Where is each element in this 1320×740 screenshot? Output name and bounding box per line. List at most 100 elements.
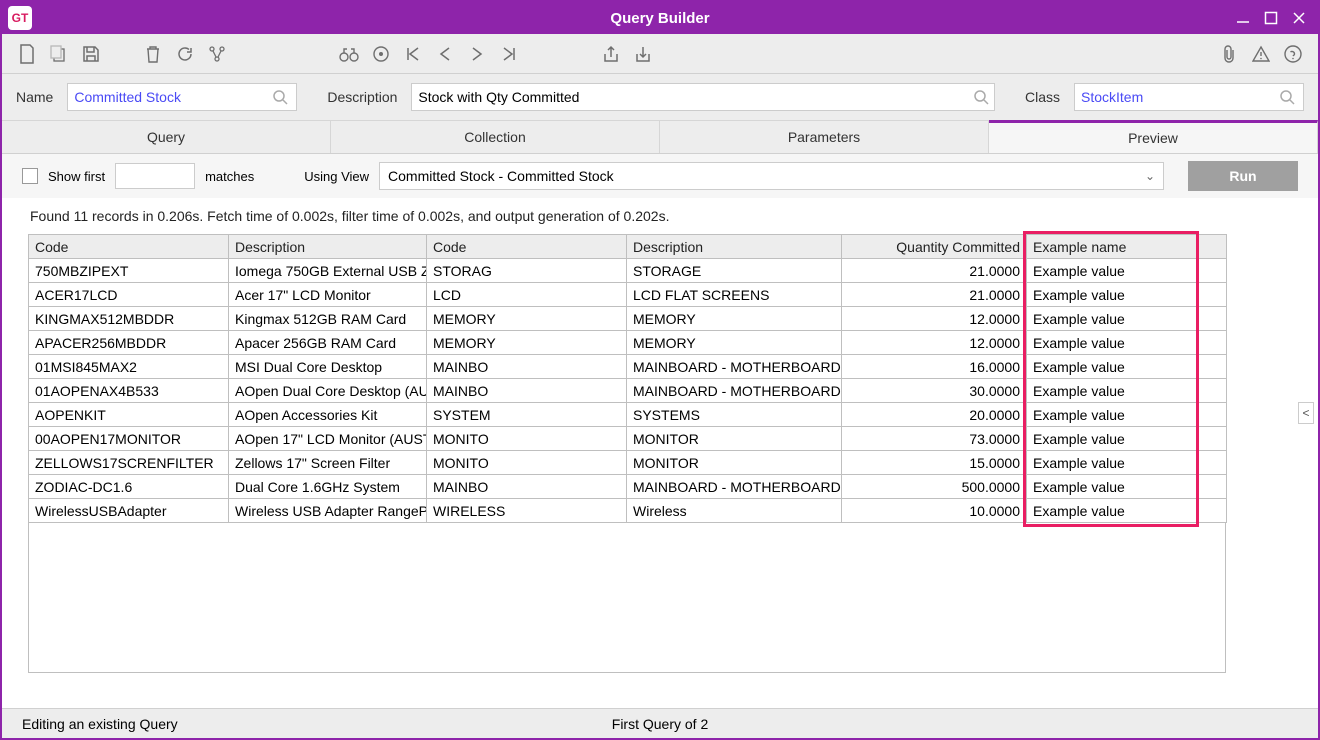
show-first-checkbox[interactable] bbox=[22, 168, 38, 184]
warning-icon[interactable] bbox=[1250, 43, 1272, 65]
collapse-panel-handle[interactable]: < bbox=[1298, 402, 1314, 424]
table-cell: MEMORY bbox=[627, 331, 842, 355]
view-select[interactable]: Committed Stock - Committed Stock ⌄ bbox=[379, 162, 1164, 190]
table-cell bbox=[1197, 307, 1227, 331]
table-row[interactable]: 01MSI845MAX2MSI Dual Core DesktopMAINBOM… bbox=[29, 355, 1227, 379]
close-button[interactable] bbox=[1292, 11, 1306, 25]
table-cell: 21.0000 bbox=[842, 259, 1027, 283]
tab-parameters[interactable]: Parameters bbox=[660, 121, 989, 153]
name-label: Name bbox=[16, 89, 53, 105]
table-cell: Apacer 256GB RAM Card bbox=[229, 331, 427, 355]
table-cell: MONITOR bbox=[627, 451, 842, 475]
table-cell: MEMORY bbox=[427, 331, 627, 355]
table-cell: 10.0000 bbox=[842, 499, 1027, 523]
table-row[interactable]: AOPENKITAOpen Accessories KitSYSTEMSYSTE… bbox=[29, 403, 1227, 427]
refresh-icon[interactable] bbox=[174, 43, 196, 65]
table-cell: MAINBOARD - MOTHERBOARD bbox=[627, 475, 842, 499]
table-cell: 500.0000 bbox=[842, 475, 1027, 499]
description-label: Description bbox=[327, 89, 397, 105]
table-cell: STORAGE bbox=[627, 259, 842, 283]
description-input[interactable] bbox=[412, 84, 970, 110]
table-cell: Example value bbox=[1027, 379, 1197, 403]
table-cell: APACER256MBDDR bbox=[29, 331, 229, 355]
column-header[interactable]: Example name bbox=[1027, 235, 1197, 259]
chevron-down-icon: ⌄ bbox=[1145, 169, 1155, 183]
help-icon[interactable] bbox=[1282, 43, 1304, 65]
table-cell bbox=[1197, 259, 1227, 283]
column-header[interactable]: Description bbox=[229, 235, 427, 259]
show-first-input[interactable] bbox=[115, 163, 195, 189]
table-cell: 12.0000 bbox=[842, 331, 1027, 355]
last-icon[interactable] bbox=[498, 43, 520, 65]
tab-preview[interactable]: Preview bbox=[989, 120, 1318, 153]
table-row[interactable]: 00AOPEN17MONITORAOpen 17" LCD Monitor (A… bbox=[29, 427, 1227, 451]
column-header[interactable]: Code bbox=[29, 235, 229, 259]
table-row[interactable]: 750MBZIPEXTIomega 750GB External USB Zip… bbox=[29, 259, 1227, 283]
import-icon[interactable] bbox=[632, 43, 654, 65]
table-row[interactable]: ACER17LCDAcer 17" LCD MonitorLCDLCD FLAT… bbox=[29, 283, 1227, 307]
export-icon[interactable] bbox=[600, 43, 622, 65]
table-cell: MAINBO bbox=[427, 355, 627, 379]
table-row[interactable]: ZELLOWS17SCRENFILTERZellows 17" Screen F… bbox=[29, 451, 1227, 475]
attachment-icon[interactable] bbox=[1218, 43, 1240, 65]
search-icon[interactable] bbox=[1275, 84, 1299, 110]
table-cell: MEMORY bbox=[627, 307, 842, 331]
table-cell: WirelessUSBAdapter bbox=[29, 499, 229, 523]
name-input[interactable] bbox=[68, 84, 268, 110]
preview-controls: Show first matches Using View Committed … bbox=[2, 154, 1318, 198]
table-cell: 20.0000 bbox=[842, 403, 1027, 427]
table-cell: Zellows 17" Screen Filter bbox=[229, 451, 427, 475]
result-status: Found 11 records in 0.206s. Fetch time o… bbox=[2, 198, 1318, 234]
table-cell: Wireless bbox=[627, 499, 842, 523]
table-cell: Example value bbox=[1027, 499, 1197, 523]
maximize-button[interactable] bbox=[1264, 11, 1278, 25]
binoculars-icon[interactable] bbox=[338, 43, 360, 65]
minimize-button[interactable] bbox=[1236, 11, 1250, 25]
tab-collection[interactable]: Collection bbox=[331, 121, 660, 153]
column-header[interactable]: Code bbox=[427, 235, 627, 259]
table-cell: 16.0000 bbox=[842, 355, 1027, 379]
view-select-value: Committed Stock - Committed Stock bbox=[388, 168, 614, 184]
class-input[interactable] bbox=[1075, 84, 1275, 110]
first-icon[interactable] bbox=[402, 43, 424, 65]
prev-icon[interactable] bbox=[434, 43, 456, 65]
table-cell: ACER17LCD bbox=[29, 283, 229, 307]
table-cell: Kingmax 512GB RAM Card bbox=[229, 307, 427, 331]
table-row[interactable]: WirelessUSBAdapterWireless USB Adapter R… bbox=[29, 499, 1227, 523]
status-left: Editing an existing Query bbox=[22, 716, 178, 732]
show-first-label: Show first bbox=[48, 169, 105, 184]
table-cell: STORAG bbox=[427, 259, 627, 283]
save-icon[interactable] bbox=[80, 43, 102, 65]
table-cell: 21.0000 bbox=[842, 283, 1027, 307]
copy-icon[interactable] bbox=[48, 43, 70, 65]
table-row[interactable]: 01AOPENAX4B533AOpen Dual Core Desktop (A… bbox=[29, 379, 1227, 403]
branch-icon[interactable] bbox=[206, 43, 228, 65]
table-cell bbox=[1197, 379, 1227, 403]
window-title: Query Builder bbox=[610, 10, 709, 27]
column-header[interactable]: Quantity Committed bbox=[842, 235, 1027, 259]
target-icon[interactable] bbox=[370, 43, 392, 65]
table-row[interactable]: ZODIAC-DC1.6Dual Core 1.6GHz SystemMAINB… bbox=[29, 475, 1227, 499]
table-cell bbox=[1197, 427, 1227, 451]
column-header[interactable] bbox=[1197, 235, 1227, 259]
table-cell: Example value bbox=[1027, 355, 1197, 379]
app-logo: GT bbox=[8, 6, 32, 30]
table-cell: MONITOR bbox=[627, 427, 842, 451]
new-icon[interactable] bbox=[16, 43, 38, 65]
table-row[interactable]: APACER256MBDDRApacer 256GB RAM CardMEMOR… bbox=[29, 331, 1227, 355]
table-cell: Wireless USB Adapter RangePl bbox=[229, 499, 427, 523]
search-icon[interactable] bbox=[970, 84, 994, 110]
column-header[interactable]: Description bbox=[627, 235, 842, 259]
delete-icon[interactable] bbox=[142, 43, 164, 65]
search-icon[interactable] bbox=[268, 84, 292, 110]
table-row[interactable]: KINGMAX512MBDDRKingmax 512GB RAM CardMEM… bbox=[29, 307, 1227, 331]
table-cell: LCD FLAT SCREENS bbox=[627, 283, 842, 307]
table-cell: 00AOPEN17MONITOR bbox=[29, 427, 229, 451]
table-cell bbox=[1197, 331, 1227, 355]
table-cell bbox=[1197, 355, 1227, 379]
table-blank-area bbox=[28, 523, 1226, 673]
table-cell: Iomega 750GB External USB Zip bbox=[229, 259, 427, 283]
next-icon[interactable] bbox=[466, 43, 488, 65]
tab-query[interactable]: Query bbox=[2, 121, 331, 153]
run-button[interactable]: Run bbox=[1188, 161, 1298, 191]
